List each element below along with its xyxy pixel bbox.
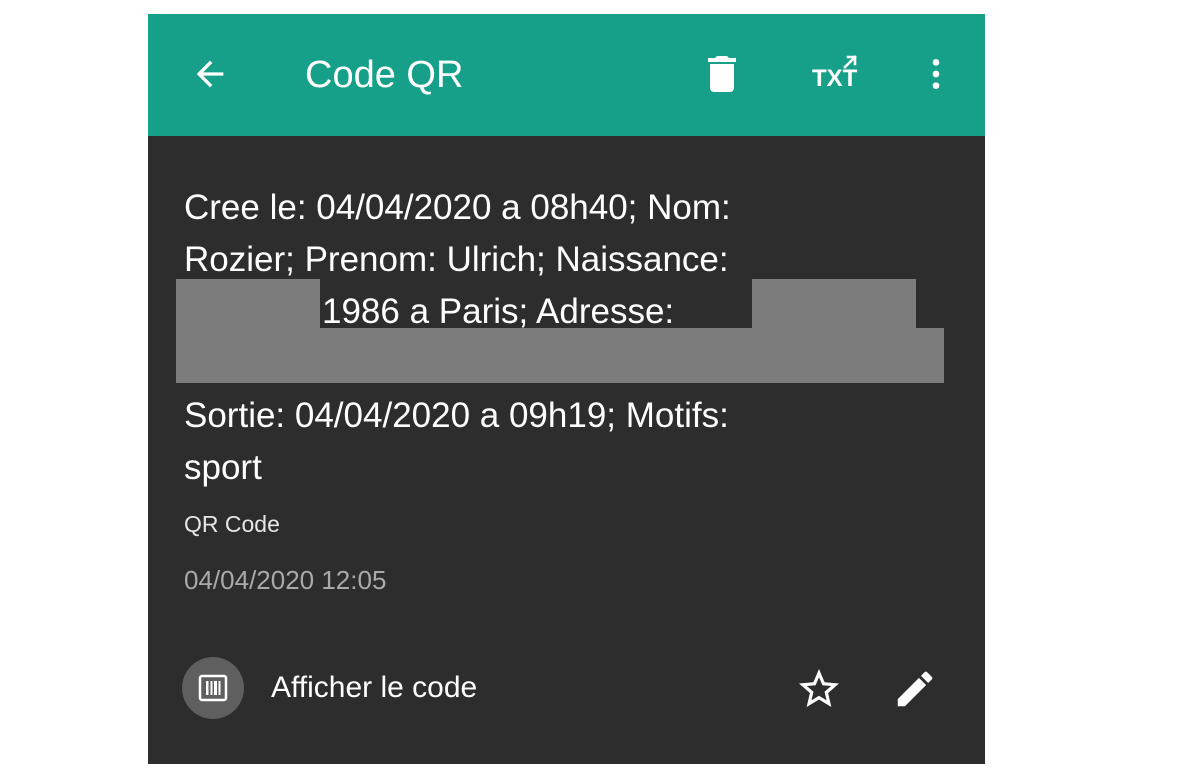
barcode-icon-badge <box>182 657 244 719</box>
scan-timestamp: 04/04/2020 12:05 <box>184 565 387 595</box>
export-txt-button[interactable]: TXT <box>803 42 867 106</box>
txt-export-icon: TXT <box>805 49 865 99</box>
arrow-up-right-icon <box>843 55 857 69</box>
barcode-icon <box>198 674 228 702</box>
redaction-block <box>176 279 320 328</box>
scan-detail-screen: Code QR TXT Cree le: 04/04/2020 a 08h40; <box>148 14 985 764</box>
more-vertical-icon <box>932 59 940 89</box>
more-options-button[interactable] <box>904 42 968 106</box>
content-line: sport <box>184 448 262 487</box>
content-line: Cree le: 04/04/2020 a 08h40; Nom: <box>184 188 731 227</box>
redaction-block <box>752 279 916 328</box>
action-row: Afficher le code <box>148 657 985 719</box>
edit-button[interactable] <box>888 662 942 716</box>
content-line: Sortie: 04/04/2020 a 09h19; Motifs: <box>184 396 729 435</box>
trash-icon <box>708 56 736 92</box>
page-title: Code QR <box>305 54 464 96</box>
back-button[interactable] <box>178 42 242 106</box>
star-outline-icon <box>799 669 839 707</box>
delete-button[interactable] <box>690 42 754 106</box>
favorite-button[interactable] <box>792 662 846 716</box>
code-type-label: QR Code <box>184 511 280 537</box>
redaction-block <box>176 328 944 383</box>
arrow-left-icon <box>196 60 224 88</box>
app-bar: Code QR TXT <box>148 14 985 136</box>
show-code-button[interactable]: Afficher le code <box>182 657 477 719</box>
show-code-label: Afficher le code <box>271 671 478 704</box>
pencil-icon <box>897 671 933 707</box>
